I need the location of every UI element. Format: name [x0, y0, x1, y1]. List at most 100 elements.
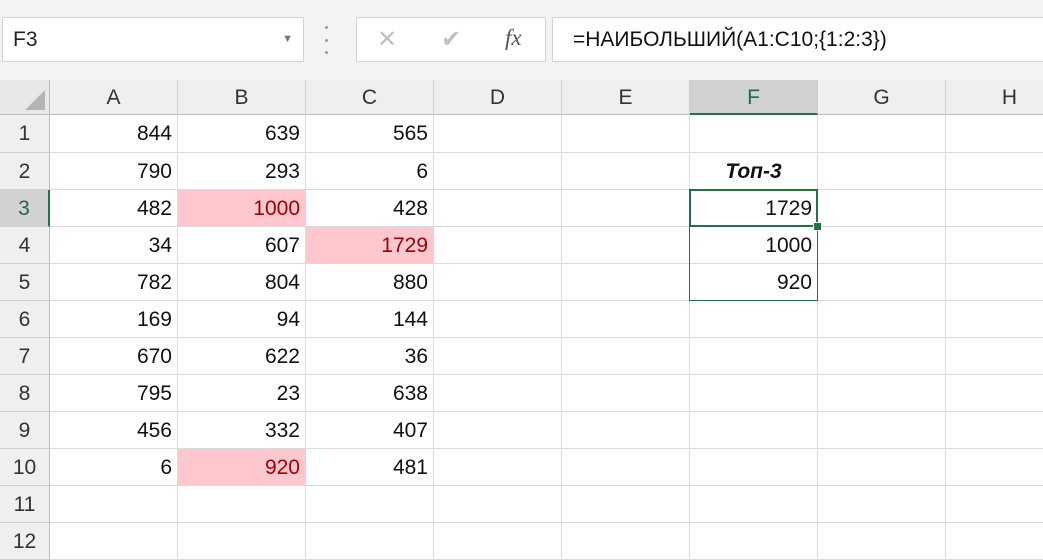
cell-e9[interactable] — [562, 412, 690, 449]
cell-b6[interactable]: 94 — [178, 301, 306, 338]
cell-c5[interactable]: 880 — [306, 264, 434, 301]
cell-d6[interactable] — [434, 301, 562, 338]
cell-f6[interactable] — [690, 301, 818, 338]
cell-d5[interactable] — [434, 264, 562, 301]
cell-e4[interactable] — [562, 227, 690, 264]
cell-f3[interactable]: 1729 — [690, 190, 818, 227]
cell-a3[interactable]: 482 — [50, 190, 178, 227]
fill-handle[interactable] — [813, 222, 822, 231]
cell-g6[interactable] — [818, 301, 946, 338]
cell-f8[interactable] — [690, 375, 818, 412]
cell-d2[interactable] — [434, 153, 562, 190]
cell-b12[interactable] — [178, 523, 306, 560]
cell-e5[interactable] — [562, 264, 690, 301]
cell-g4[interactable] — [818, 227, 946, 264]
row-header-3[interactable]: 3 — [0, 190, 50, 227]
cell-c4[interactable]: 1729 — [306, 227, 434, 264]
cell-h4[interactable] — [946, 227, 1043, 264]
column-header-b[interactable]: B — [178, 80, 306, 115]
row-header-1[interactable]: 1 — [0, 115, 50, 153]
cell-h5[interactable] — [946, 264, 1043, 301]
column-header-d[interactable]: D — [434, 80, 562, 115]
cell-b7[interactable]: 622 — [178, 338, 306, 375]
cell-a7[interactable]: 670 — [50, 338, 178, 375]
cell-e8[interactable] — [562, 375, 690, 412]
row-header-6[interactable]: 6 — [0, 301, 50, 338]
cell-a6[interactable]: 169 — [50, 301, 178, 338]
cell-f1[interactable] — [690, 115, 818, 153]
cell-d11[interactable] — [434, 486, 562, 523]
cell-c3[interactable]: 428 — [306, 190, 434, 227]
cell-h11[interactable] — [946, 486, 1043, 523]
cell-g2[interactable] — [818, 153, 946, 190]
cell-d12[interactable] — [434, 523, 562, 560]
column-header-g[interactable]: G — [818, 80, 946, 115]
cell-a1[interactable]: 844 — [50, 115, 178, 153]
cell-e12[interactable] — [562, 523, 690, 560]
row-header-5[interactable]: 5 — [0, 264, 50, 301]
cell-d1[interactable] — [434, 115, 562, 153]
cell-h3[interactable] — [946, 190, 1043, 227]
cell-c8[interactable]: 638 — [306, 375, 434, 412]
cell-b9[interactable]: 332 — [178, 412, 306, 449]
cell-g7[interactable] — [818, 338, 946, 375]
cell-h12[interactable] — [946, 523, 1043, 560]
row-header-2[interactable]: 2 — [0, 153, 50, 190]
cell-f10[interactable] — [690, 449, 818, 486]
cell-d10[interactable] — [434, 449, 562, 486]
cell-b3[interactable]: 1000 — [178, 190, 306, 227]
row-header-4[interactable]: 4 — [0, 227, 50, 264]
close-icon[interactable]: ✕ — [377, 25, 397, 54]
cell-d9[interactable] — [434, 412, 562, 449]
column-header-e[interactable]: E — [562, 80, 690, 115]
cell-h6[interactable] — [946, 301, 1043, 338]
cell-g11[interactable] — [818, 486, 946, 523]
cell-b4[interactable]: 607 — [178, 227, 306, 264]
cell-d3[interactable] — [434, 190, 562, 227]
cell-a11[interactable] — [50, 486, 178, 523]
cell-h8[interactable] — [946, 375, 1043, 412]
select-all-button[interactable] — [0, 80, 50, 115]
cell-e2[interactable] — [562, 153, 690, 190]
cell-g12[interactable] — [818, 523, 946, 560]
cell-f2[interactable]: Топ-3 — [690, 153, 818, 190]
cell-g10[interactable] — [818, 449, 946, 486]
cell-f7[interactable] — [690, 338, 818, 375]
cell-a2[interactable]: 790 — [50, 153, 178, 190]
cell-e7[interactable] — [562, 338, 690, 375]
cell-b5[interactable]: 804 — [178, 264, 306, 301]
cell-h10[interactable] — [946, 449, 1043, 486]
cell-f11[interactable] — [690, 486, 818, 523]
cell-a4[interactable]: 34 — [50, 227, 178, 264]
column-header-f[interactable]: F — [690, 80, 818, 115]
cell-e6[interactable] — [562, 301, 690, 338]
cell-c6[interactable]: 144 — [306, 301, 434, 338]
cell-c11[interactable] — [306, 486, 434, 523]
cell-g9[interactable] — [818, 412, 946, 449]
column-header-c[interactable]: C — [306, 80, 434, 115]
row-header-11[interactable]: 11 — [0, 486, 50, 523]
cell-h1[interactable] — [946, 115, 1043, 153]
column-header-h[interactable]: H — [946, 80, 1043, 115]
cell-b2[interactable]: 293 — [178, 153, 306, 190]
check-icon[interactable]: ✔ — [441, 25, 461, 54]
cell-c1[interactable]: 565 — [306, 115, 434, 153]
cell-d8[interactable] — [434, 375, 562, 412]
cell-d4[interactable] — [434, 227, 562, 264]
cell-c7[interactable]: 36 — [306, 338, 434, 375]
cell-e3[interactable] — [562, 190, 690, 227]
cell-a12[interactable] — [50, 523, 178, 560]
cell-a5[interactable]: 782 — [50, 264, 178, 301]
row-header-8[interactable]: 8 — [0, 375, 50, 412]
cell-g3[interactable] — [818, 190, 946, 227]
cell-g5[interactable] — [818, 264, 946, 301]
cell-a10[interactable]: 6 — [50, 449, 178, 486]
row-header-9[interactable]: 9 — [0, 412, 50, 449]
cell-g8[interactable] — [818, 375, 946, 412]
cell-d7[interactable] — [434, 338, 562, 375]
cell-f12[interactable] — [690, 523, 818, 560]
cell-h7[interactable] — [946, 338, 1043, 375]
function-icon[interactable]: fx — [505, 25, 522, 51]
row-header-10[interactable]: 10 — [0, 449, 50, 486]
cell-h9[interactable] — [946, 412, 1043, 449]
